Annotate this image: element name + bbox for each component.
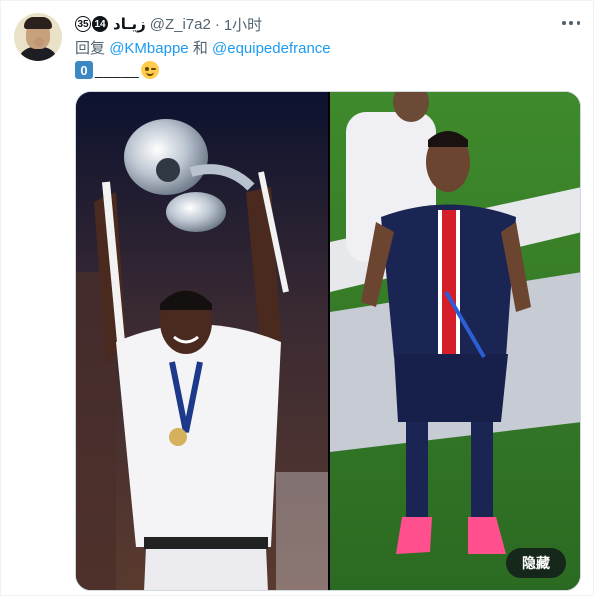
number-badge-35: 35 [75, 16, 91, 32]
keycap-zero-icon: 0 [75, 61, 93, 79]
more-options-icon[interactable] [559, 13, 583, 33]
separator-dot: · [214, 15, 220, 33]
reply-context: 回复 @KMbappe 和 @equipedefrance [75, 37, 331, 58]
user-handle[interactable]: @Z_i7a2 [150, 16, 211, 33]
number-badge-14: 14 [92, 16, 108, 32]
right-photo [330, 92, 580, 590]
hide-media-button[interactable]: 隐藏 [506, 548, 566, 578]
display-name[interactable]: زيـاد [113, 15, 146, 33]
reply-joiner: 和 [192, 40, 208, 57]
avatar[interactable] [14, 13, 62, 61]
timestamp[interactable]: 1小时 [224, 14, 262, 35]
reply-prefix: 回复 [75, 40, 106, 57]
tweet-media[interactable]: 隐藏 [75, 91, 581, 591]
left-photo [76, 92, 328, 590]
winking-face-icon [141, 61, 160, 79]
mention-kmbappe[interactable]: @KMbappe [109, 40, 188, 57]
media-image[interactable] [76, 92, 581, 591]
mention-equipedefrance[interactable]: @equipedefrance [212, 40, 331, 57]
tweet-text: 0 _____ [75, 59, 160, 81]
tweet-card[interactable]: 35 14 زيـاد @Z_i7a2 · 1小时 回复 @KMbappe 和 … [0, 0, 594, 596]
tweet-text-body: _____ [95, 61, 140, 79]
tweet-header: 35 14 زيـاد @Z_i7a2 · 1小时 [75, 14, 262, 34]
